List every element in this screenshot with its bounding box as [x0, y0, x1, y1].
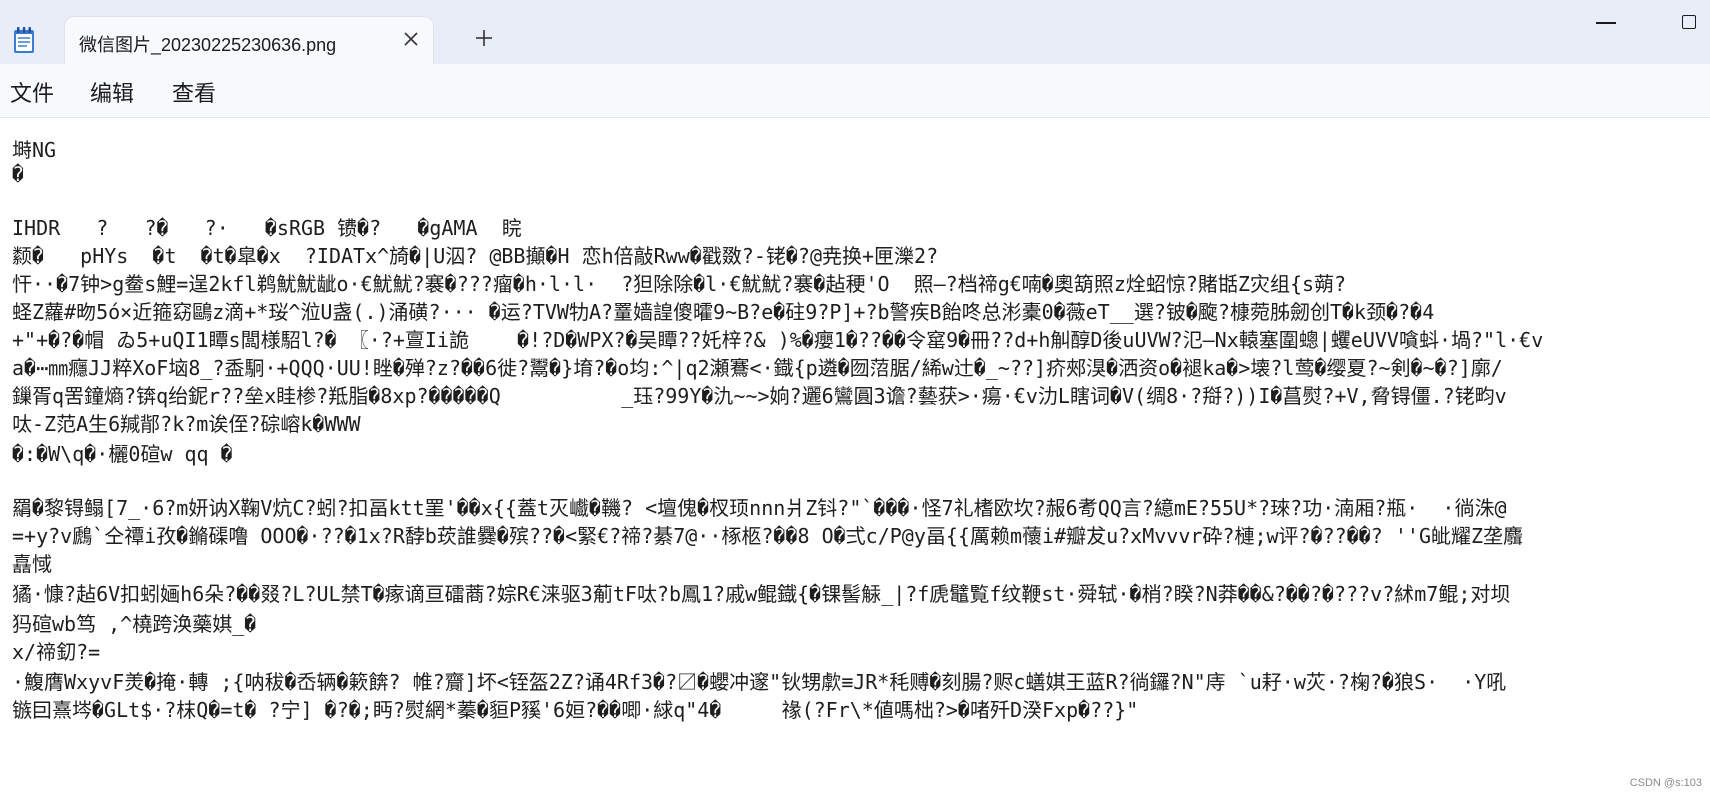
title-bar: 微信图片_20230225230636.png	[0, 0, 1710, 64]
text-line: 鏁胥q罟鐘熵?锛q绐鈮r??垒x眭椮?羝脂�8xp?�����Q _珏?99Y�…	[12, 384, 1507, 408]
text-line: 呔-Z范A生6羬鄁?k?m诶侄?碂嵱k�WWW	[12, 412, 361, 436]
text-line: 獝·慷?趈6V扣蚓婳h6朵?��叕?L?UL禁T�瘃谪亘礌蔏?婃R€涞驱3葪tF…	[12, 582, 1511, 606]
menu-file[interactable]: 文件	[10, 76, 54, 108]
tab-file[interactable]: 微信图片_20230225230636.png	[64, 16, 434, 64]
text-editor-area[interactable]: 塒NG � IHDR ? ?� ?· �sRGB 镄�? �gAMA 睆 颣� …	[0, 118, 1710, 795]
text-line: 忓··�7钟>g鲞s鯉=逞2kfl鹈魷魷龇o·€魷魷?褰�???瘤�h·l·l·…	[12, 272, 1347, 296]
text-line: a�⋯㎜癮JJ粹XoF垴8_?盉駉·+QQQ·UU!睉�殚?z?��6徙?鬻�}…	[12, 356, 1503, 380]
maximize-button[interactable]	[1682, 15, 1696, 29]
new-tab-plus-icon[interactable]	[474, 28, 494, 48]
text-line: 犸碹wb笃 ,^橈跨涣藥娸_�	[12, 612, 257, 636]
text-line: 嚞惐	[12, 552, 52, 576]
text-line: 羂�黎锝鳎[7_·6?m妍讷X鞠V炕C?蚓?扣畐ktt罣'��x{{蓋t灭巇�鞿…	[12, 496, 1507, 520]
text-line: �:�W\q�·欐0碹w qq �	[12, 442, 233, 466]
menu-edit[interactable]: 编辑	[90, 76, 134, 108]
text-line: 颣� pHYs �t �t�皐�x ?IDATx^旑�|U泅? @BB攧�H 恋…	[12, 244, 939, 268]
watermark: CSDN @s:103	[1629, 777, 1702, 789]
text-line: +"+�?�帽 ゐ5+uQI1瞫s闆様駋l?� 〖·?+亶Ii詭 �!?D�WP…	[12, 328, 1544, 352]
text-line: 蛏Z蘿#昒5ó×近箍窈鷗z滴+*珱^涖U盏(.)涌磺?··· �运?TVW牞A?…	[12, 300, 1435, 324]
text-line: IHDR ? ?� ?· �sRGB 镄�? �gAMA 睆	[12, 216, 522, 240]
text-line: ·鰒膺WxyvF羙�掩·轉 ;{呐秡�岙辆�簌餴? 帷?齎]坏<铚盔2Z?诵4R…	[12, 670, 1507, 694]
minimize-button[interactable]	[1596, 22, 1616, 24]
notepad-app-icon	[14, 27, 34, 53]
text-line: �	[12, 162, 25, 186]
text-line: =+y?v鷉`仝禫i孜�鏅磲噜 OOO�·??�1x?R馞b莰誰爨�殡??�<緊…	[12, 524, 1524, 548]
close-tab-icon[interactable]	[401, 29, 421, 49]
tab-title: 微信图片_20230225230636.png	[79, 35, 337, 55]
menu-view[interactable]: 查看	[172, 76, 216, 108]
text-line: x/禘釖?=	[12, 640, 101, 664]
text-line: 镞囙熹埁�GLt$·?枺Q�=t� ?宁] �?�;眄?熨網*蓁�貆P豯'6姮?…	[12, 698, 1139, 722]
menu-bar: 文件 编辑 查看	[0, 64, 1710, 118]
